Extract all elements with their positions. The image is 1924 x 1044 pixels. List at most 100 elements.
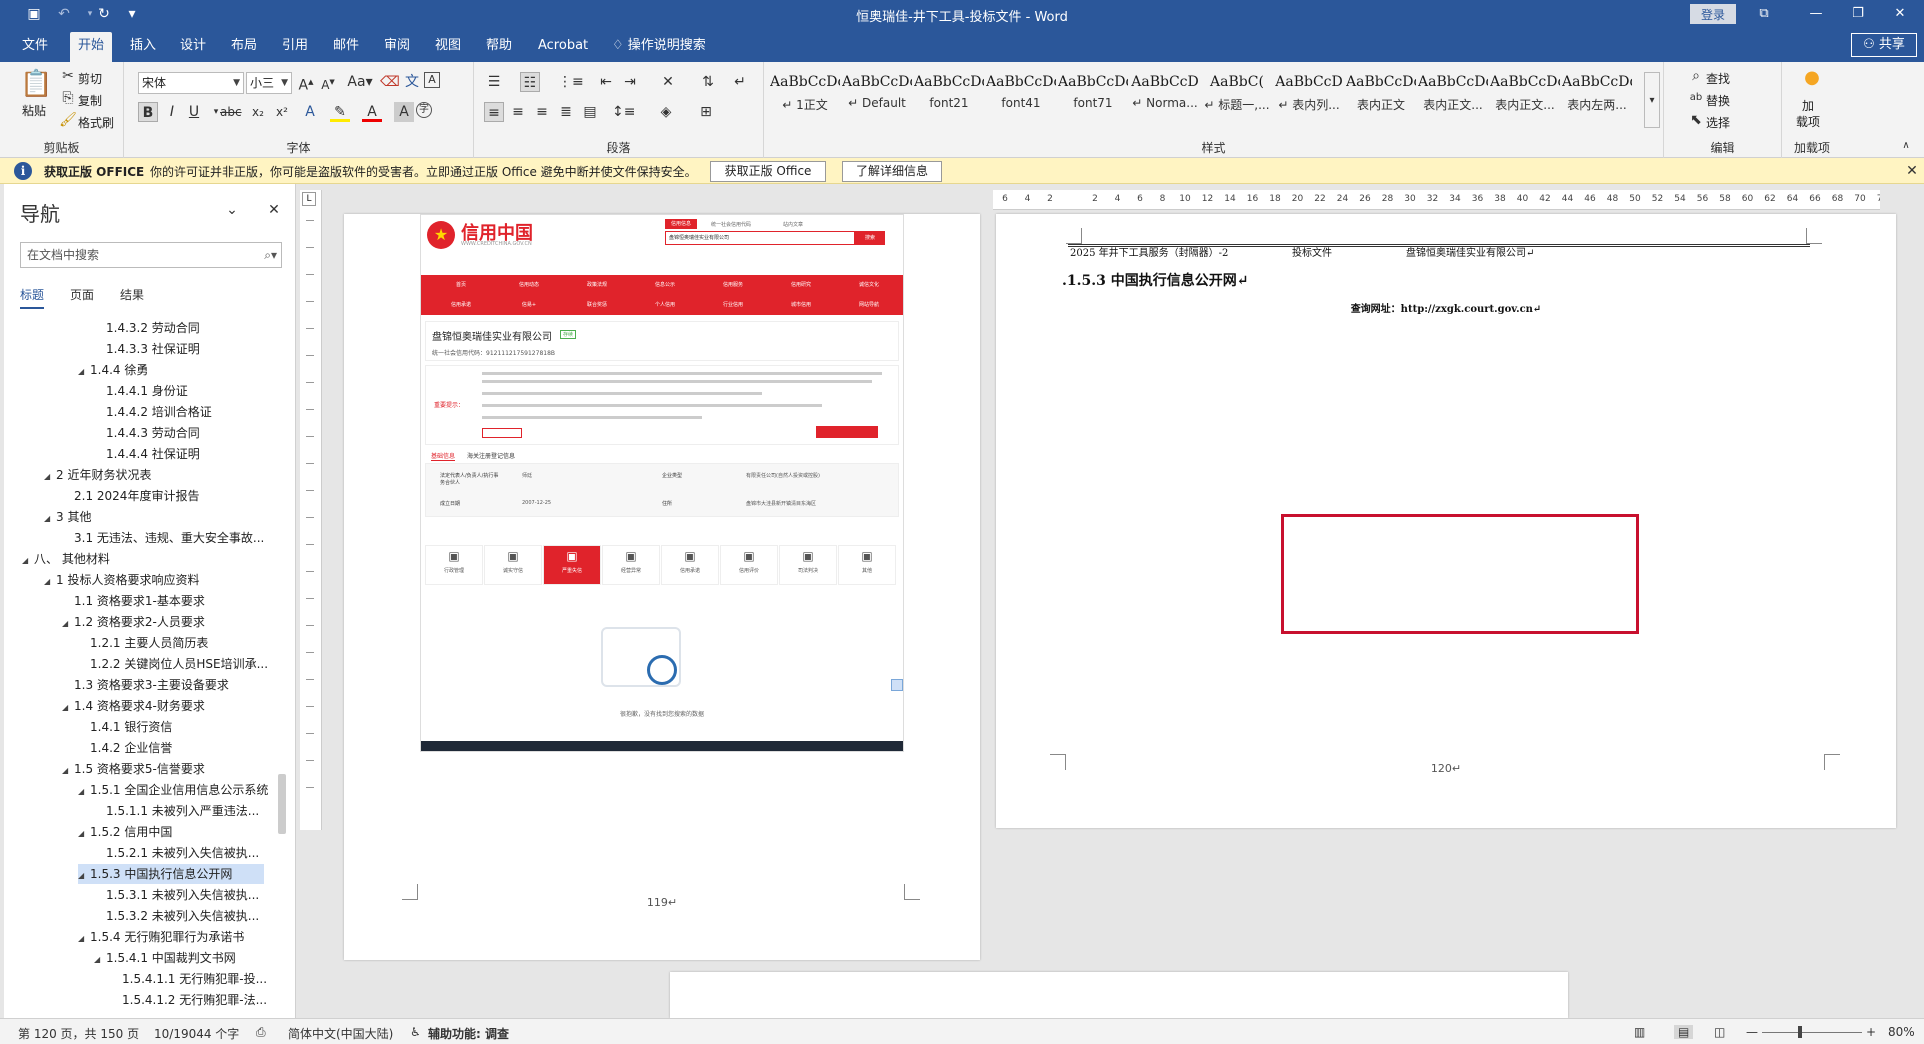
nav-item[interactable]: ◢ 1.5.4 无行贿犯罪行为承诺书: [78, 927, 244, 947]
expand-triangle-icon[interactable]: ◢: [22, 551, 34, 571]
nav-item[interactable]: ◢ 1.5.2 信用中国: [78, 822, 172, 842]
nav-item[interactable]: 1.3 资格要求3-主要设备要求: [62, 675, 229, 695]
copy-button[interactable]: 复制: [78, 92, 102, 109]
superscript-icon[interactable]: x²: [272, 102, 292, 122]
highlight-icon[interactable]: ✎: [330, 102, 350, 122]
nav-item[interactable]: 1.5.3.1 未被列入失信被执...: [94, 885, 259, 905]
nav-item[interactable]: 1.2.2 关键岗位人员HSE培训承...: [78, 654, 268, 674]
justify-icon[interactable]: ≣: [556, 102, 576, 122]
expand-triangle-icon[interactable]: ◢: [94, 950, 106, 970]
copy-icon[interactable]: ⎘: [58, 88, 78, 108]
nav-item[interactable]: 1.5.3.2 未被列入失信被执...: [94, 906, 259, 926]
tell-me-search[interactable]: ♢ 操作说明搜索: [604, 32, 714, 62]
minimize-icon[interactable]: —: [1796, 2, 1836, 26]
style-item[interactable]: AaBbCcDc 表内正文...: [1490, 66, 1560, 122]
zoom-slider-thumb[interactable]: [1798, 1026, 1802, 1038]
subscript-icon[interactable]: x₂: [248, 102, 268, 122]
cut-button[interactable]: 剪切: [78, 70, 102, 87]
underline-icon[interactable]: U: [184, 102, 204, 122]
accessibility-status[interactable]: 辅助功能: 调查: [428, 1025, 509, 1042]
nav-item[interactable]: 1.5.4.1.2 无行贿犯罪-法...: [110, 990, 267, 1010]
learn-more-button[interactable]: 了解详细信息: [842, 161, 942, 182]
show-marks-icon[interactable]: ↵: [730, 72, 750, 92]
nav-item[interactable]: 1.4.4.1 身份证: [94, 381, 188, 401]
expand-triangle-icon[interactable]: ◢: [44, 509, 56, 529]
expand-triangle-icon[interactable]: ◢: [44, 467, 56, 487]
tab-mailings[interactable]: 邮件: [325, 32, 367, 62]
text-effects-icon[interactable]: A: [300, 102, 320, 122]
tab-review[interactable]: 审阅: [376, 32, 418, 62]
addins-button[interactable]: 加 载项: [1796, 98, 1820, 130]
get-genuine-office-button[interactable]: 获取正版 Office: [710, 161, 826, 182]
nav-item[interactable]: 1.4.4.3 劳动合同: [94, 423, 200, 443]
addins-icon[interactable]: ●: [1802, 68, 1822, 88]
close-nav-icon[interactable]: ✕: [264, 200, 284, 220]
sort-icon[interactable]: ⇅: [698, 72, 718, 92]
line-spacing-icon[interactable]: ↕≡: [612, 102, 635, 122]
nav-tab-headings[interactable]: 标题: [20, 286, 45, 309]
zoom-in-icon[interactable]: +: [1866, 1025, 1876, 1039]
numbering-icon[interactable]: ☷: [520, 72, 540, 92]
search-icon[interactable]: ⌕: [1686, 66, 1706, 86]
nav-item[interactable]: 1.4.3.3 社保证明: [94, 339, 200, 359]
nav-item[interactable]: 1.4.1 银行资信: [78, 717, 172, 737]
italic-icon[interactable]: I: [162, 102, 182, 122]
nav-item[interactable]: ◢ 八、 其他材料: [22, 549, 110, 569]
align-center-icon[interactable]: ≡: [508, 102, 528, 122]
share-button[interactable]: ⚇ 共享: [1851, 33, 1917, 57]
distributed-icon[interactable]: ▤: [580, 102, 600, 122]
restore-icon[interactable]: ❐: [1838, 2, 1878, 26]
style-item[interactable]: AaBbCcDdI 表内正文...: [1418, 66, 1488, 122]
replace-button[interactable]: 替换: [1706, 92, 1730, 109]
print-layout-icon[interactable]: ▤: [1674, 1025, 1694, 1039]
nav-item[interactable]: ◢ 3 其他: [44, 507, 91, 527]
replace-icon[interactable]: ab: [1686, 88, 1706, 108]
phonetic-guide-icon[interactable]: 文: [402, 72, 422, 92]
select-button[interactable]: 选择: [1706, 114, 1730, 131]
nav-item[interactable]: ◢ 1 投标人资格要求响应资料: [44, 570, 199, 590]
zoom-out-icon[interactable]: —: [1746, 1025, 1758, 1039]
style-item[interactable]: AaBbCcD ↵ Norma...: [1130, 66, 1200, 122]
nav-tab-results[interactable]: 结果: [120, 286, 144, 303]
nav-item[interactable]: ◢ 1.4.4 徐勇: [78, 360, 148, 380]
nav-item[interactable]: ◢ 1.2 资格要求2-人员要求: [62, 612, 205, 632]
expand-triangle-icon[interactable]: ◢: [78, 929, 90, 949]
expand-triangle-icon[interactable]: ◢: [78, 782, 90, 802]
tab-file[interactable]: 文件: [14, 32, 56, 62]
web-layout-icon[interactable]: ◫: [1714, 1025, 1725, 1039]
nav-item[interactable]: ◢ 2 近年财务状况表: [44, 465, 151, 485]
style-item[interactable]: AaBbCcDc font41: [986, 66, 1056, 122]
nav-options-icon[interactable]: ⌄: [222, 200, 242, 220]
nav-item[interactable]: ◢ 1.5.1 全国企业信用信息公示系统: [78, 780, 268, 800]
bold-icon[interactable]: B: [138, 102, 158, 122]
nav-item[interactable]: ◢ 1.4 资格要求4-财务要求: [62, 696, 205, 716]
collapse-ribbon-icon[interactable]: ∧: [1896, 136, 1916, 156]
ribbon-display-icon[interactable]: ⧉: [1744, 2, 1784, 26]
clear-format-icon[interactable]: ⌫: [380, 72, 400, 92]
nav-item[interactable]: 1.1 资格要求1-基本要求: [62, 591, 205, 611]
font-size-select[interactable]: 小三 ▼: [246, 72, 292, 94]
nav-item[interactable]: 1.5.1.1 未被列入严重违法...: [94, 801, 259, 821]
expand-triangle-icon[interactable]: ◢: [62, 761, 74, 781]
tab-acrobat[interactable]: Acrobat: [530, 32, 596, 62]
increase-indent-icon[interactable]: ⇥: [620, 72, 640, 92]
nav-item[interactable]: 1.2.1 主要人员简历表: [78, 633, 208, 653]
nav-item[interactable]: 1.5.4.1.1 无行贿犯罪-投...: [110, 969, 267, 989]
scissors-icon[interactable]: ✂: [58, 66, 78, 86]
nav-item[interactable]: 2.1 2024年度审计报告: [62, 486, 199, 506]
select-cursor-icon[interactable]: ⬉: [1686, 110, 1706, 130]
style-item[interactable]: AaBbCcDc ↵ 1正文: [770, 66, 840, 122]
nav-tab-pages[interactable]: 页面: [70, 286, 94, 303]
tab-view[interactable]: 视图: [427, 32, 469, 62]
format-painter-icon[interactable]: 🖌: [58, 110, 78, 130]
style-item[interactable]: AaBbCcDc ↵ Default: [842, 66, 912, 122]
zoom-level[interactable]: 80%: [1888, 1025, 1915, 1039]
nav-item[interactable]: ◢ 1.5.4.1 中国裁判文书网: [94, 948, 236, 968]
tab-home[interactable]: 开始: [70, 32, 113, 62]
language[interactable]: 简体中文(中国大陆): [288, 1025, 393, 1042]
style-item[interactable]: AaBbC(↵ 标题一,...: [1202, 66, 1272, 122]
word-count[interactable]: 10/19044 个字: [154, 1025, 239, 1042]
character-border-icon[interactable]: A: [424, 72, 440, 88]
zoom-slider[interactable]: [1762, 1032, 1862, 1033]
paste-button[interactable]: 粘贴: [22, 102, 46, 119]
